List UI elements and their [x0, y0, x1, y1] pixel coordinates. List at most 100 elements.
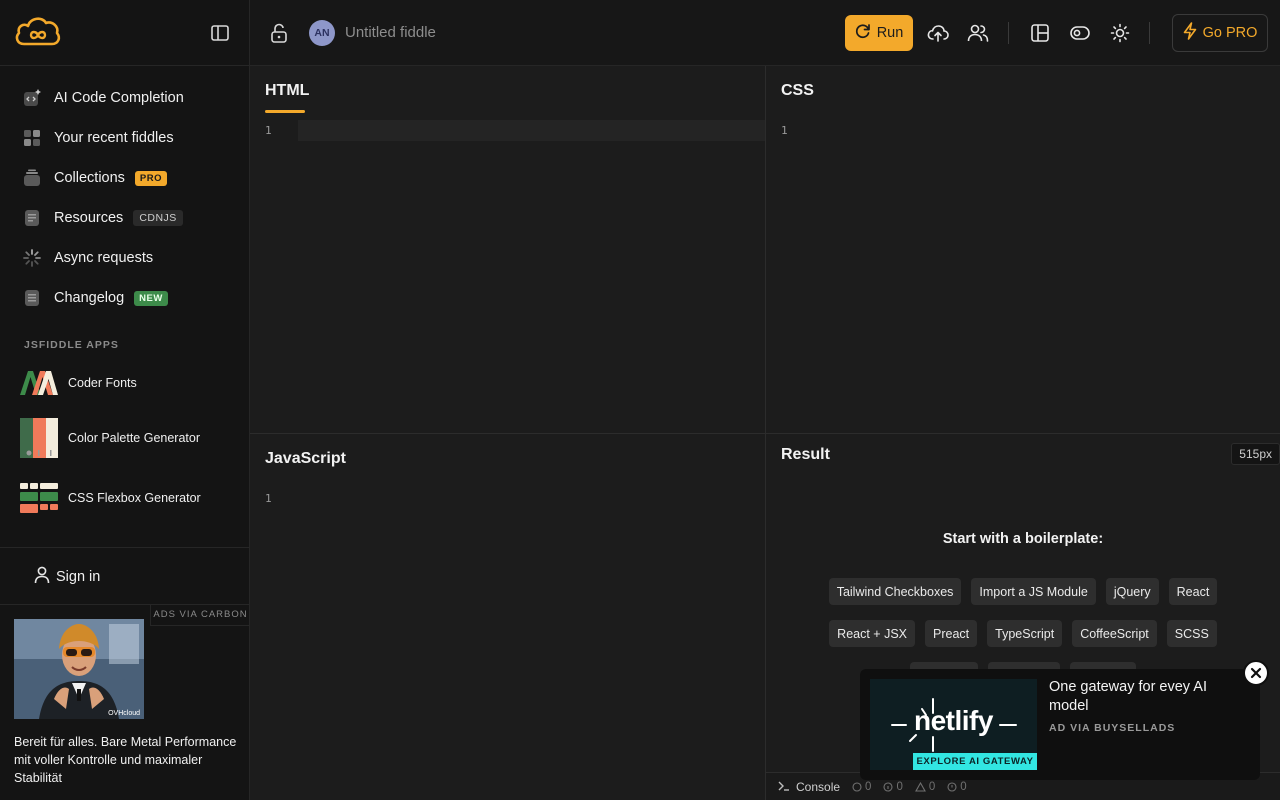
- go-pro-button[interactable]: Go PRO: [1172, 14, 1268, 52]
- sidebar-item-label: Collections: [54, 170, 125, 186]
- boilerplate-chip[interactable]: CoffeeScript: [1072, 620, 1157, 647]
- netlify-ad-via[interactable]: AD VIA BUYSELLADS: [1049, 722, 1175, 734]
- floating-ad: netlify EXPLORE AI GATEWAY One gateway f…: [860, 660, 1269, 780]
- app-item-label: CSS Flexbox Generator: [68, 491, 201, 505]
- console-error-count: 0: [947, 781, 967, 793]
- sidebar-item-ai-code-completion[interactable]: AI Code Completion: [0, 78, 250, 118]
- warning-icon: [914, 781, 926, 792]
- html-panel-title[interactable]: HTML: [265, 82, 309, 100]
- ad-image[interactable]: OVHcloud: [14, 619, 144, 719]
- panel-resizer-horizontal[interactable]: [250, 433, 1280, 434]
- console-warning-count: 0: [914, 781, 935, 793]
- boilerplate-row-2: React + JSX Preact TypeScript CoffeeScri…: [766, 620, 1280, 647]
- js-panel: JavaScript 1: [250, 434, 765, 800]
- toggle-icon[interactable]: [1068, 21, 1092, 45]
- sidebar-item-label: Changelog: [54, 290, 125, 306]
- sidebar-item-recent-fiddles[interactable]: Your recent fiddles: [0, 118, 250, 158]
- html-editor[interactable]: [298, 120, 765, 433]
- html-panel: HTML 1: [250, 66, 765, 433]
- css-editor[interactable]: [814, 120, 1280, 433]
- sidebar-item-changelog[interactable]: Changelog NEW: [0, 278, 250, 318]
- sidebar-item-async-requests[interactable]: Async requests: [0, 238, 250, 278]
- new-badge: NEW: [134, 290, 168, 306]
- active-panel-indicator: [265, 110, 305, 113]
- user-icon: [34, 566, 50, 587]
- netlify-logo: netlify: [914, 705, 993, 736]
- boilerplate-chip[interactable]: jQuery: [1105, 578, 1159, 605]
- refresh-icon: [855, 23, 871, 43]
- divider: [0, 65, 250, 66]
- users-icon[interactable]: [966, 21, 990, 45]
- ovhcloud-logo: OVHcloud: [108, 710, 140, 717]
- css-panel: CSS 1: [766, 66, 1280, 433]
- netlify-ad-image[interactable]: netlify EXPLORE AI GATEWAY: [870, 679, 1037, 770]
- changelog-icon: [22, 288, 42, 308]
- toolbar-separator: [1008, 22, 1009, 44]
- run-label: Run: [876, 25, 904, 41]
- line-number: 1: [781, 124, 788, 137]
- app-item-css-flexbox[interactable]: CSS Flexbox Generator: [0, 468, 250, 528]
- line-number: 1: [265, 492, 272, 505]
- ad-via-label[interactable]: ADS VIA CARBON: [150, 604, 250, 626]
- app-item-label: Coder Fonts: [68, 376, 137, 390]
- netlify-ad-text[interactable]: One gateway for evey AI model: [1049, 678, 1239, 716]
- boilerplate-chip[interactable]: Tailwind Checkboxes: [828, 578, 962, 605]
- app-item-coder-fonts[interactable]: Coder Fonts: [0, 362, 250, 404]
- upload-cloud-icon[interactable]: [926, 21, 950, 45]
- error-icon: [947, 781, 957, 792]
- divider: [0, 547, 250, 548]
- ai-code-icon: [22, 88, 42, 108]
- css-panel-title[interactable]: CSS: [781, 82, 814, 100]
- console-info-count: 0: [883, 781, 903, 793]
- color-palette-icon: [20, 418, 58, 458]
- boilerplate-chip[interactable]: TypeScript: [987, 620, 1063, 647]
- run-button[interactable]: Run: [845, 15, 913, 51]
- close-ad-button[interactable]: [1243, 660, 1269, 686]
- sidebar-toggle-icon[interactable]: [208, 22, 232, 44]
- grid-icon: [22, 128, 42, 148]
- cdnjs-badge: CDNJS: [133, 210, 183, 226]
- flexbox-icon: [20, 478, 58, 518]
- sidebar-nav: AI Code Completion Your recent fiddles C…: [0, 78, 250, 318]
- sidebar-item-label: AI Code Completion: [54, 90, 184, 106]
- apps-list: Coder Fonts Color Palette Generator CSS …: [0, 362, 250, 528]
- sidebar-item-collections[interactable]: Collections PRO: [0, 158, 250, 198]
- info-icon: [852, 781, 862, 792]
- boilerplate-chip[interactable]: React: [1168, 578, 1218, 605]
- avatar[interactable]: AN: [309, 20, 335, 46]
- lock-open-icon[interactable]: [268, 22, 290, 44]
- result-panel-title: Result: [781, 446, 830, 463]
- info-circle-icon: [883, 781, 893, 792]
- top-bar: AN Untitled fiddle Run Go PRO: [250, 0, 1280, 66]
- sign-in-button[interactable]: Sign in: [34, 566, 100, 587]
- go-pro-label: Go PRO: [1202, 25, 1258, 41]
- explore-ai-gateway-label: EXPLORE AI GATEWAY: [913, 753, 1037, 770]
- jsfiddle-logo-icon[interactable]: [14, 14, 62, 50]
- coder-fonts-icon: [20, 363, 58, 403]
- boilerplate-chip[interactable]: Preact: [925, 620, 978, 647]
- boilerplate-chip[interactable]: Import a JS Module: [971, 578, 1096, 605]
- pro-badge: PRO: [134, 170, 168, 186]
- js-editor[interactable]: [298, 488, 765, 800]
- terminal-icon: [778, 780, 790, 794]
- boilerplate-row-1: Tailwind Checkboxes Import a JS Module j…: [766, 578, 1280, 605]
- sun-icon[interactable]: [1108, 21, 1132, 45]
- document-icon: [22, 208, 42, 228]
- apps-heading: JSFIDDLE APPS: [24, 339, 119, 351]
- fiddle-title[interactable]: Untitled fiddle: [345, 24, 436, 41]
- console-label: Console: [796, 779, 841, 794]
- close-icon: [1250, 667, 1262, 679]
- toolbar-separator: [1149, 22, 1150, 44]
- spinner-icon: [22, 248, 42, 268]
- line-number: 1: [265, 124, 272, 137]
- boilerplate-chip[interactable]: SCSS: [1166, 620, 1217, 647]
- boilerplate-chip[interactable]: React + JSX: [829, 620, 915, 647]
- sidebar-item-label: Resources: [54, 210, 124, 226]
- js-panel-title[interactable]: JavaScript: [265, 450, 346, 468]
- app-item-color-palette[interactable]: Color Palette Generator: [0, 408, 250, 468]
- lightning-icon: [1183, 22, 1197, 44]
- sidebar-item-label: Your recent fiddles: [54, 130, 174, 146]
- sidebar-item-resources[interactable]: Resources CDNJS: [0, 198, 250, 238]
- ad-text[interactable]: Bereit für alles. Bare Metal Performance…: [14, 733, 240, 787]
- layout-icon[interactable]: [1028, 21, 1052, 45]
